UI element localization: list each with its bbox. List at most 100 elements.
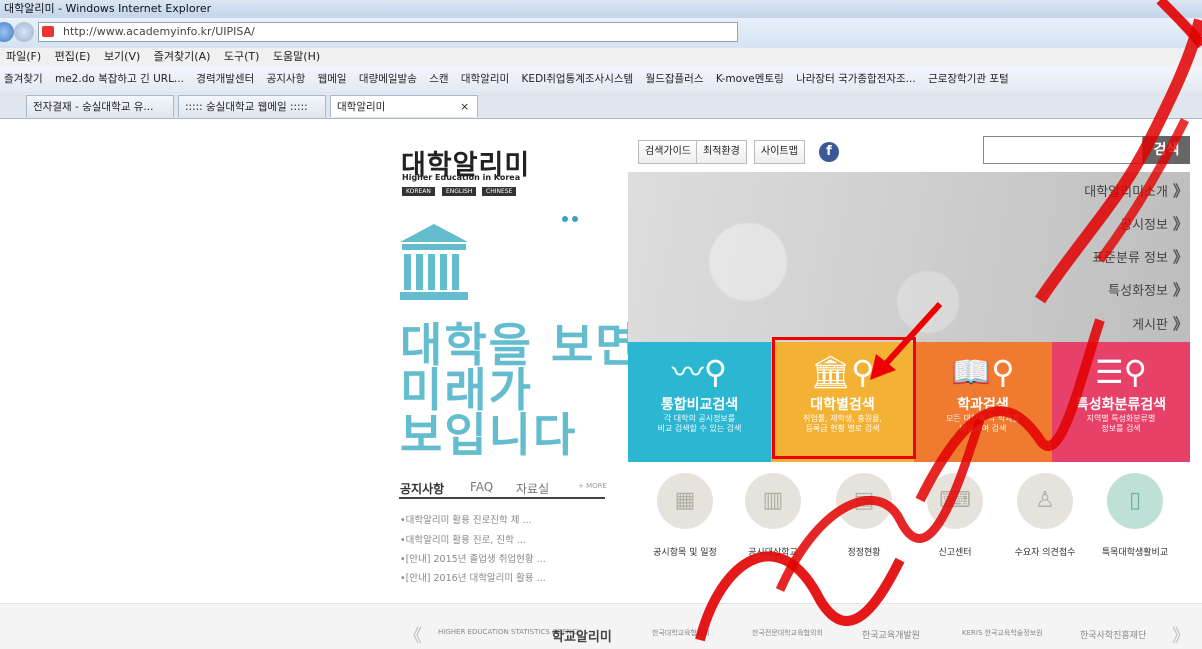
- favorite-link[interactable]: 근로장학기관 포털: [928, 73, 1009, 85]
- tile-desc: 비교하여 검색: [959, 424, 1007, 433]
- building-icon[interactable]: ▥: [745, 473, 801, 529]
- menu-link-label: 표준분류 정보: [1092, 251, 1168, 266]
- favorites-button[interactable]: 즐겨찾기: [4, 73, 43, 85]
- menu-link-label: 게시판: [1132, 318, 1168, 333]
- tab-label: 전자결재 - 숭실대학교 유...: [33, 101, 154, 113]
- menu-view[interactable]: 보기(V): [104, 50, 140, 63]
- footer-logo-schoolinfo[interactable]: 학교알리미: [552, 626, 612, 645]
- category-search-icon: ☰⚲: [1094, 353, 1148, 391]
- tile-desc: 각 대학의 공시정보를: [663, 414, 736, 423]
- footer-logo-kcce[interactable]: 한국전문대학교육협의회: [752, 628, 823, 638]
- facebook-icon[interactable]: f: [819, 142, 839, 162]
- tile-title: 학과검색: [957, 397, 1009, 413]
- favorite-link[interactable]: 나라장터 국가종합전자조...: [796, 73, 916, 85]
- tab-webmail[interactable]: ::::: 숭실대학교 웹메일 :::::: [178, 95, 326, 117]
- favorite-link[interactable]: K-move멘토링: [716, 73, 784, 85]
- menu-tools[interactable]: 도구(T): [224, 50, 260, 63]
- notice-item[interactable]: •[안내] 2015년 졸업생 취업현황 ...: [400, 551, 546, 565]
- chevron-right-icon: 》: [1172, 182, 1188, 200]
- menu-bar: 파일(F) 편집(E) 보기(V) 즐겨찾기(A) 도구(T) 도움말(H): [0, 48, 1202, 66]
- annotation-arrow-icon: [870, 301, 943, 380]
- footer-logo-keris[interactable]: KERIS 한국교육학술정보원: [962, 628, 1043, 638]
- favorite-link[interactable]: 경력개발센터: [196, 73, 254, 85]
- favorites-bar: 즐겨찾기 me2.do 복잡하고 긴 URL... 경력개발센터 공지사항 웹메…: [0, 66, 1202, 93]
- footer-logo-kedi[interactable]: 한국교육개발원: [862, 628, 920, 641]
- window-title: 대학알리미 - Windows Internet Explorer: [4, 2, 212, 15]
- menu-link-board[interactable]: 게시판 》: [1132, 313, 1188, 334]
- tile-desc: 정보를 검색: [1101, 424, 1141, 433]
- chart-search-icon: 〰⚲: [671, 353, 728, 391]
- menu-help[interactable]: 도움말(H): [273, 50, 320, 63]
- menu-link-about[interactable]: 대학알리미소개 》: [1084, 180, 1188, 201]
- tile-specialization-search[interactable]: ☰⚲ 특성화분류검색 지역별 특성화분류별 정보를 검색: [1052, 342, 1190, 462]
- menu-link-label: 특성화정보: [1108, 284, 1168, 299]
- notice-item[interactable]: •[안내] 2016년 대학알리미 활용 ...: [400, 570, 546, 584]
- chevron-right-icon: 》: [1172, 215, 1188, 233]
- search-guide-button[interactable]: 검색가이드: [638, 140, 698, 164]
- favorite-link[interactable]: me2.do 복잡하고 긴 URL...: [55, 73, 184, 85]
- footer-prev-icon[interactable]: 《: [404, 622, 422, 648]
- favorite-link[interactable]: 웹메일: [318, 73, 347, 85]
- calendar-icon[interactable]: ▦: [657, 473, 713, 529]
- tab-notice[interactable]: 공지사항: [400, 480, 444, 497]
- more-link[interactable]: + MORE: [578, 482, 607, 490]
- favorite-link[interactable]: 대학알리미: [461, 73, 509, 85]
- keyboard-icon[interactable]: ⌨: [927, 473, 983, 529]
- tab-resources[interactable]: 자료실: [516, 480, 549, 497]
- slogan-line: 대학을 보면: [400, 318, 640, 372]
- chevron-right-icon: 》: [1172, 248, 1188, 266]
- tile-title: 통합비교검색: [660, 397, 739, 413]
- quick-link-special-univ[interactable]: 특목대학생활비교: [1080, 545, 1190, 558]
- optimal-env-button[interactable]: 최적환경: [696, 140, 747, 164]
- site-logo-subtitle: Higher Education in Korea: [402, 173, 521, 182]
- tile-desc: 지역별 특성화분류별: [1086, 414, 1156, 423]
- menu-edit[interactable]: 편집(E): [55, 50, 91, 63]
- chevron-right-icon: 》: [1172, 315, 1188, 333]
- footer-next-icon[interactable]: 》: [1172, 622, 1190, 648]
- menu-link-label: 대학알리미소개: [1084, 185, 1168, 200]
- slide-indicator[interactable]: [562, 212, 582, 225]
- slogan-line: 보입니다: [400, 408, 578, 462]
- favorite-link[interactable]: KEDI취업통계조사시스템: [522, 73, 634, 85]
- book-icon[interactable]: ▯: [1107, 473, 1163, 529]
- menu-favorites[interactable]: 즐겨찾기(A): [154, 50, 211, 63]
- lang-chinese-button[interactable]: CHINESE: [482, 187, 517, 196]
- tab-approval[interactable]: 전자결재 - 숭실대학교 유...: [26, 95, 174, 117]
- lang-english-button[interactable]: ENGLISH: [442, 187, 477, 196]
- slogan-line: 미래가: [400, 363, 533, 417]
- menu-link-specialization[interactable]: 특성화정보 》: [1108, 279, 1188, 300]
- forward-button[interactable]: [14, 22, 34, 42]
- notice-item[interactable]: •대학알리미 활용 진로, 진학 ...: [400, 532, 526, 546]
- search-button[interactable]: 검색: [1143, 136, 1190, 164]
- chevron-right-icon: 》: [1172, 281, 1188, 299]
- favorite-link[interactable]: 공지사항: [267, 73, 306, 85]
- tab-academyinfo[interactable]: 대학알리미 ×: [330, 95, 478, 117]
- url-text: http://www.academyinfo.kr/UIPISA/: [63, 25, 255, 38]
- menu-file[interactable]: 파일(F): [6, 50, 41, 63]
- footer-logo-kasfo[interactable]: 한국사학진흥재단: [1080, 628, 1146, 641]
- slogan: 대학을 보면 미래가 보입니다: [400, 318, 640, 462]
- address-bar[interactable]: http://www.academyinfo.kr/UIPISA/: [38, 22, 738, 42]
- favorite-link[interactable]: 월드잡플러스: [646, 73, 704, 85]
- menu-link-disclosure[interactable]: 공시정보 》: [1120, 213, 1188, 234]
- document-list-icon[interactable]: ▤: [836, 473, 892, 529]
- user-icon[interactable]: ♙: [1017, 473, 1073, 529]
- slide-dot[interactable]: [562, 216, 568, 222]
- tile-title: 특성화분류검색: [1075, 397, 1167, 413]
- menu-link-standard-classification[interactable]: 표준분류 정보 》: [1092, 246, 1188, 267]
- search-input[interactable]: [983, 136, 1143, 164]
- tab-label: ::::: 숭실대학교 웹메일 :::::: [185, 101, 308, 113]
- notice-item[interactable]: •대학알리미 활용 진로진학 체 ...: [400, 512, 532, 526]
- tab-faq[interactable]: FAQ: [470, 480, 493, 494]
- slide-dot[interactable]: [572, 216, 578, 222]
- site-favicon-icon: [42, 26, 54, 37]
- favorite-link[interactable]: 스캔: [429, 73, 448, 85]
- footer-logo-kcue[interactable]: 한국대학교육협의회: [652, 628, 710, 638]
- university-building-icon: [400, 224, 468, 300]
- tile-integrated-search[interactable]: 〰⚲ 통합비교검색 각 대학의 공시정보를 비교 검색할 수 있는 검색: [628, 342, 771, 462]
- window-titlebar: 대학알리미 - Windows Internet Explorer: [0, 0, 1202, 18]
- sitemap-button[interactable]: 사이트맵: [754, 140, 805, 164]
- tab-close-icon[interactable]: ×: [460, 96, 469, 117]
- favorite-link[interactable]: 대량메일발송: [359, 73, 417, 85]
- lang-korean-button[interactable]: KOREAN: [402, 187, 435, 196]
